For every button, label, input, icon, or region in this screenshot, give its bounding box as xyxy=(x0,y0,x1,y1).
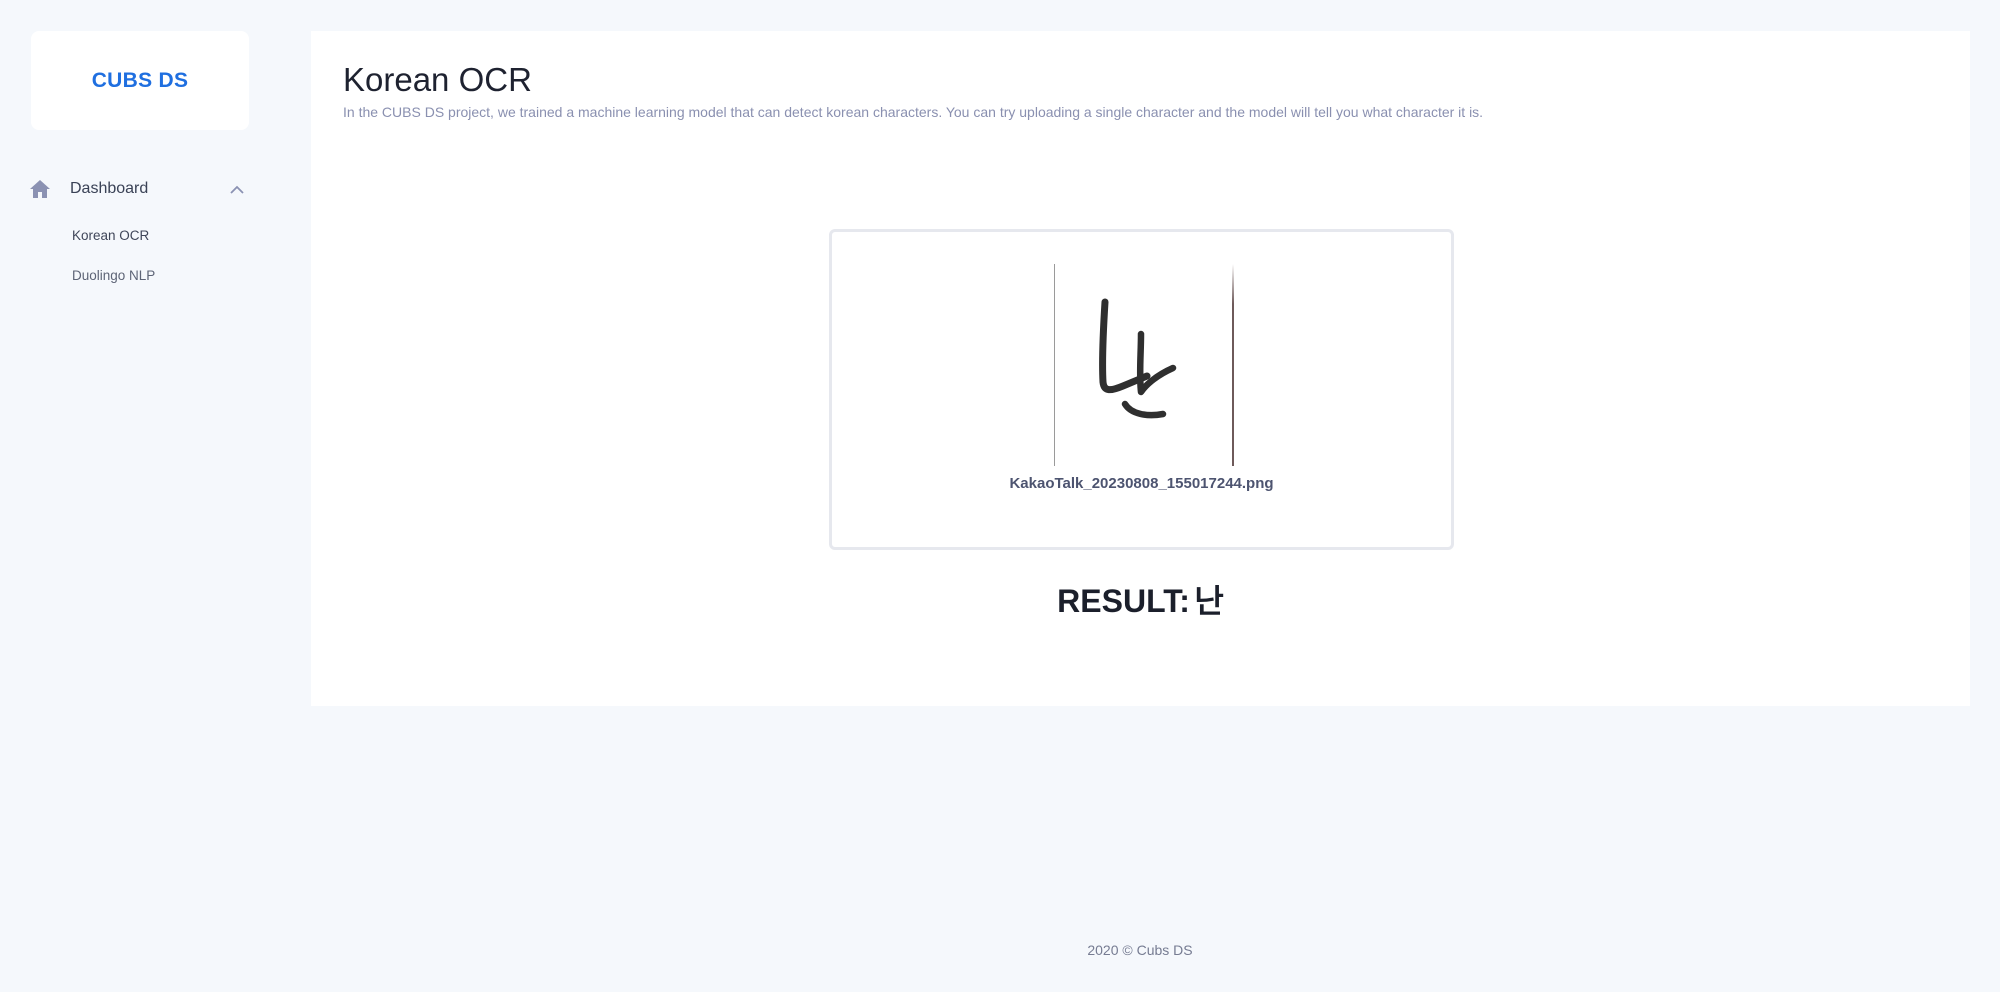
sidebar: CUBS DS Dashboard Korean OCR Duolingo NL… xyxy=(0,0,280,992)
image-upload-dropzone[interactable]: KakaoTalk_20230808_155017244.png xyxy=(829,229,1454,550)
ocr-result: RESULT: 난 xyxy=(311,576,1970,622)
handwritten-character-image xyxy=(1099,298,1177,419)
page-description: In the CUBS DS project, we trained a mac… xyxy=(343,104,1484,120)
sidebar-item-duolingo-nlp[interactable]: Duolingo NLP xyxy=(72,268,155,283)
sidebar-item-korean-ocr[interactable]: Korean OCR xyxy=(72,228,149,243)
uploaded-file-name: KakaoTalk_20230808_155017244.png xyxy=(1009,475,1274,492)
uploaded-image-preview xyxy=(1054,264,1234,466)
brand-logo-card[interactable]: CUBS DS xyxy=(31,31,249,130)
footer-copyright: 2020 © Cubs DS xyxy=(1087,942,1193,958)
result-label: RESULT: xyxy=(1057,583,1190,619)
sidebar-item-label: Dashboard xyxy=(70,180,149,197)
home-icon xyxy=(28,177,52,201)
page-title: Korean OCR xyxy=(343,61,532,98)
brand-name: CUBS DS xyxy=(91,68,189,92)
chevron-up-icon[interactable] xyxy=(228,180,246,198)
sidebar-item-dashboard[interactable]: Dashboard xyxy=(28,172,250,206)
result-value: 난 xyxy=(1194,583,1224,619)
main-content-card: Korean OCR In the CUBS DS project, we tr… xyxy=(311,31,1970,706)
